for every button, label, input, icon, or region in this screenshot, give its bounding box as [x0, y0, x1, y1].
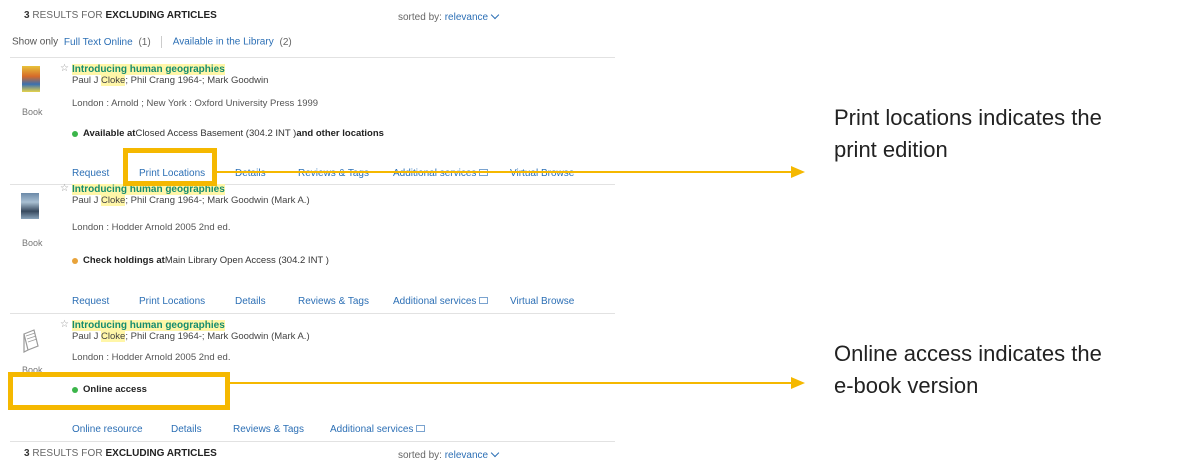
availability-status[interactable]: Available at Closed Access Basement (304…: [72, 128, 384, 139]
tab-details[interactable]: Details: [171, 424, 202, 435]
show-only-label: Show only: [12, 36, 59, 48]
print-annotation-line1: Print locations indicates the: [834, 105, 1102, 130]
status-dot-icon: [72, 130, 78, 137]
star-icon[interactable]: ☆: [60, 183, 69, 194]
divider: [10, 441, 615, 442]
resource-type-label: Book: [22, 107, 43, 117]
tab-request[interactable]: Request: [72, 296, 109, 307]
chevron-down-icon[interactable]: [490, 448, 500, 458]
result-title[interactable]: Introducing human geographies: [72, 320, 225, 331]
status-dot-icon: [72, 257, 78, 264]
facet-full-text-count: (1): [138, 36, 151, 48]
result-authors: Paul J Cloke; Phil Crang 1964-; Mark Goo…: [72, 195, 310, 206]
online-access-highlight-box: [8, 372, 230, 410]
tab-additional-services[interactable]: Additional services: [393, 168, 489, 179]
facet-separator: [161, 36, 163, 48]
results-label: RESULTS FOR: [32, 10, 103, 21]
result-authors: Paul J Cloke; Phil Crang 1964-; Mark Goo…: [72, 75, 269, 86]
sort-value[interactable]: relevance: [445, 12, 488, 23]
star-icon[interactable]: ☆: [60, 63, 69, 74]
sort-control[interactable]: sorted by: relevance: [398, 10, 500, 23]
divider: [10, 57, 615, 58]
sort-value[interactable]: relevance: [445, 450, 488, 461]
tab-virtual-browse[interactable]: Virtual Browse: [510, 296, 574, 307]
tab-request[interactable]: Request: [72, 168, 109, 179]
online-annotation-line1: Online access indicates the: [834, 341, 1102, 366]
results-count: 3: [24, 10, 30, 21]
facet-full-text-online[interactable]: Full Text Online: [64, 37, 133, 48]
results-header-bottom: 3 RESULTS FOR EXCLUDING ARTICLES: [24, 448, 217, 459]
tab-virtual-browse[interactable]: Virtual Browse: [510, 168, 574, 179]
external-link-icon: [479, 297, 489, 304]
online-annotation-line2: e-book version: [834, 373, 979, 398]
result-authors: Paul J Cloke; Phil Crang 1964-; Mark Goo…: [72, 331, 310, 342]
book-cover-thumbnail[interactable]: [22, 66, 40, 92]
tab-details[interactable]: Details: [235, 168, 266, 179]
print-locations-highlight-box: [123, 148, 217, 186]
result-title[interactable]: Introducing human geographies: [72, 64, 225, 75]
result-publisher: London : Hodder Arnold 2005 2nd ed.: [72, 352, 231, 363]
facet-library-count: (2): [279, 36, 292, 48]
tab-print-locations[interactable]: Print Locations: [139, 296, 205, 307]
results-label: RESULTS FOR: [32, 448, 103, 459]
chevron-down-icon[interactable]: [490, 10, 500, 20]
tab-reviews-tags[interactable]: Reviews & Tags: [298, 296, 369, 307]
sort-label: sorted by:: [398, 450, 442, 461]
book-cover-thumbnail[interactable]: [20, 328, 39, 354]
print-arrow-head: [791, 166, 805, 178]
book-cover-thumbnail[interactable]: [21, 193, 39, 219]
print-annotation-line2: print edition: [834, 137, 948, 162]
results-query: EXCLUDING ARTICLES: [105, 10, 217, 21]
tab-reviews-tags[interactable]: Reviews & Tags: [233, 424, 304, 435]
star-icon[interactable]: ☆: [60, 319, 69, 330]
sort-control-bottom[interactable]: sorted by: relevance: [398, 448, 500, 461]
generic-book-icon: [23, 329, 39, 353]
tab-online-resource[interactable]: Online resource: [72, 424, 143, 435]
divider: [10, 313, 615, 314]
facet-bar: Show only Full Text Online (1) Available…: [12, 36, 292, 48]
tab-additional-services[interactable]: Additional services: [330, 424, 426, 435]
online-arrow-line: [230, 382, 795, 384]
tab-details[interactable]: Details: [235, 296, 266, 307]
results-query: EXCLUDING ARTICLES: [105, 448, 217, 459]
result-publisher: London : Hodder Arnold 2005 2nd ed.: [72, 222, 231, 233]
resource-type-label: Book: [22, 238, 43, 248]
external-link-icon: [416, 425, 426, 432]
results-count: 3: [24, 448, 30, 459]
tab-additional-services[interactable]: Additional services: [393, 296, 489, 307]
print-arrow-line: [217, 171, 795, 173]
facet-available-library[interactable]: Available in the Library: [173, 37, 274, 48]
result-publisher: London : Arnold ; New York : Oxford Univ…: [72, 98, 319, 109]
online-annotation-text: Online access indicates the e-book versi…: [834, 338, 1102, 402]
results-header: 3 RESULTS FOR EXCLUDING ARTICLES: [24, 10, 217, 21]
print-annotation-text: Print locations indicates the print edit…: [834, 102, 1102, 166]
online-arrow-head: [791, 377, 805, 389]
availability-status[interactable]: Check holdings at Main Library Open Acce…: [72, 255, 329, 266]
tab-reviews-tags[interactable]: Reviews & Tags: [298, 168, 369, 179]
sort-label: sorted by:: [398, 12, 442, 23]
